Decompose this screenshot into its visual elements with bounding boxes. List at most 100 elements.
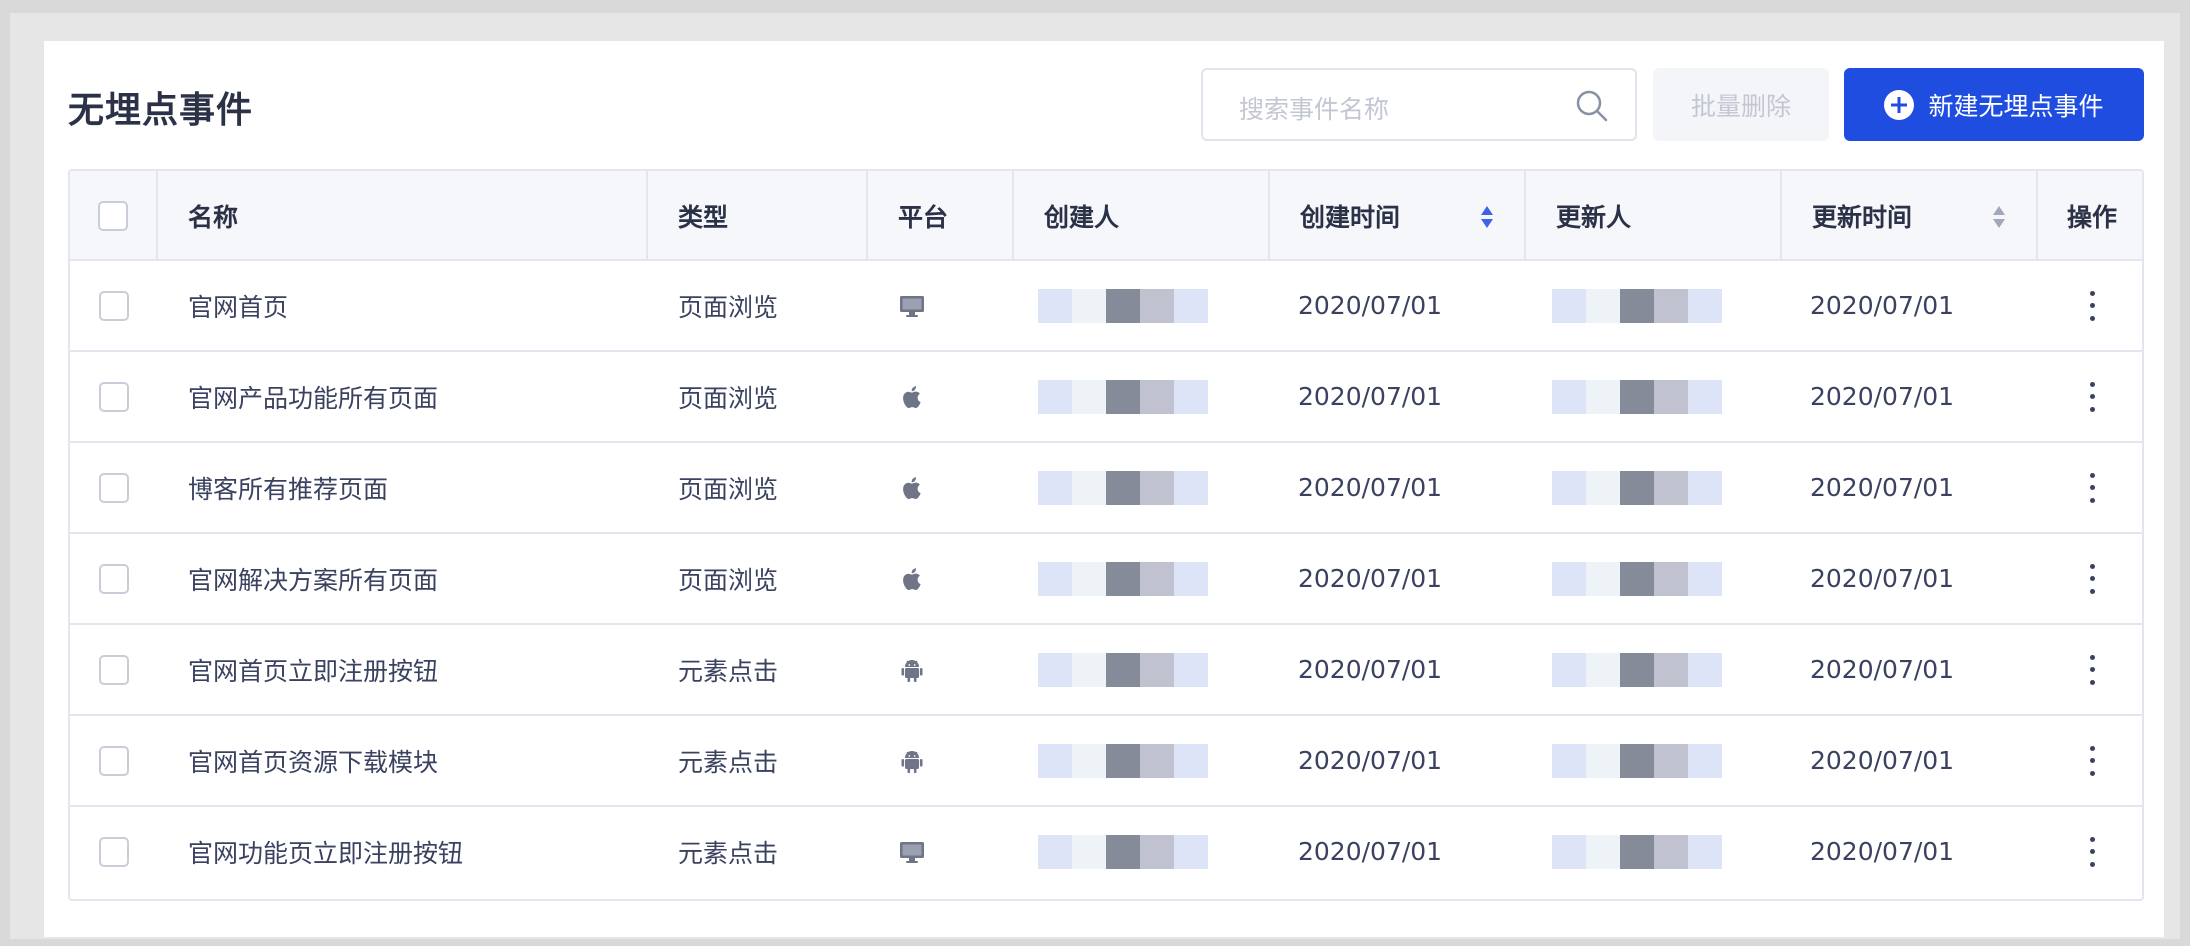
redacted-block (1688, 561, 1722, 596)
more-vertical-icon[interactable] (2088, 472, 2096, 503)
redacted-block (1038, 561, 1072, 596)
column-updated-time[interactable]: 更新时间 (1782, 171, 2038, 261)
apple-icon (898, 474, 926, 502)
redacted-block (1654, 834, 1688, 869)
column-actions: 操作 (2066, 203, 2117, 232)
table-row: 官网解决方案所有页面 页面浏览 2020/07/01 2020/07/01 (70, 534, 2142, 625)
updater-avatar (1552, 443, 1782, 532)
select-all-checkbox[interactable] (98, 201, 128, 231)
redacted-block (1140, 652, 1174, 687)
redacted-block (1688, 470, 1722, 505)
created-time: 2020/07/01 (1298, 655, 1443, 684)
apple-icon (898, 565, 926, 593)
redacted-block (1688, 288, 1722, 323)
event-name[interactable]: 官网首页资源下载模块 (188, 716, 648, 805)
redacted-block (1586, 288, 1620, 323)
row-select-cell (70, 352, 158, 441)
more-vertical-icon[interactable] (2088, 290, 2096, 321)
row-checkbox[interactable] (99, 654, 129, 685)
redacted-block (1174, 561, 1208, 596)
redacted-block (1552, 288, 1586, 323)
redacted-block (1620, 561, 1654, 596)
redacted-block (1072, 470, 1106, 505)
batch-delete-button[interactable]: 批量删除 (1653, 68, 1829, 141)
column-platform: 平台 (868, 171, 1014, 261)
event-type: 元素点击 (678, 838, 779, 868)
sort-icon[interactable] (1480, 205, 1494, 229)
apple-icon (898, 383, 926, 411)
redacted-block (1174, 470, 1208, 505)
header-select-cell (70, 171, 158, 261)
more-vertical-icon[interactable] (2088, 654, 2096, 685)
more-vertical-icon[interactable] (2088, 563, 2096, 594)
redacted-block (1688, 743, 1722, 778)
redacted-block (1174, 743, 1208, 778)
updater-avatar (1552, 807, 1782, 896)
redacted-block (1174, 834, 1208, 869)
redacted-block (1072, 834, 1106, 869)
row-checkbox[interactable] (99, 563, 129, 594)
redacted-block (1072, 652, 1106, 687)
row-checkbox[interactable] (99, 745, 129, 776)
more-actions-cell (2038, 716, 2142, 805)
event-name[interactable]: 官网首页立即注册按钮 (188, 625, 648, 714)
column-type: 类型 (648, 171, 868, 261)
more-vertical-icon[interactable] (2088, 836, 2096, 867)
creator-avatar (1038, 716, 1270, 805)
redacted-block (1620, 288, 1654, 323)
more-actions-cell (2038, 625, 2142, 714)
updater-avatar (1552, 625, 1782, 714)
column-created-time[interactable]: 创建时间 (1270, 171, 1526, 261)
row-checkbox[interactable] (99, 381, 129, 412)
more-actions-cell (2038, 807, 2142, 896)
created-time: 2020/07/01 (1298, 564, 1443, 593)
row-checkbox[interactable] (99, 836, 129, 867)
more-actions-cell (2038, 261, 2142, 350)
desktop-icon (898, 292, 926, 320)
creator-avatar (1038, 807, 1270, 896)
redacted-block (1552, 470, 1586, 505)
redacted-block (1140, 561, 1174, 596)
new-event-button[interactable]: 新建无埋点事件 (1844, 68, 2144, 141)
updater-avatar (1552, 716, 1782, 805)
row-select-cell (70, 807, 158, 896)
redacted-block (1140, 288, 1174, 323)
search-placeholder: 搜索事件名称 (1239, 95, 1390, 124)
redacted-block (1106, 379, 1140, 414)
more-vertical-icon[interactable] (2088, 745, 2096, 776)
redacted-block (1072, 743, 1106, 778)
redacted-block (1654, 470, 1688, 505)
updater-avatar (1552, 261, 1782, 350)
event-type: 页面浏览 (678, 383, 779, 413)
redacted-block (1072, 379, 1106, 414)
event-name[interactable]: 官网功能页立即注册按钮 (188, 807, 648, 896)
redacted-block (1654, 652, 1688, 687)
event-name[interactable]: 博客所有推荐页面 (188, 443, 648, 532)
more-actions-cell (2038, 534, 2142, 623)
event-name[interactable]: 官网解决方案所有页面 (188, 534, 648, 623)
new-event-label: 新建无埋点事件 (1928, 92, 2104, 121)
table-row: 博客所有推荐页面 页面浏览 2020/07/01 2020/07/01 (70, 443, 2142, 534)
android-icon (898, 747, 926, 775)
redacted-block (1552, 561, 1586, 596)
search-input[interactable]: 搜索事件名称 (1201, 68, 1637, 141)
updater-avatar (1552, 352, 1782, 441)
table-row: 官网首页立即注册按钮 元素点击 2020/07/01 2020/07/01 (70, 625, 2142, 716)
row-checkbox[interactable] (99, 472, 129, 503)
redacted-block (1106, 652, 1140, 687)
redacted-block (1174, 288, 1208, 323)
redacted-block (1654, 379, 1688, 414)
column-updater: 更新人 (1526, 171, 1782, 261)
search-icon[interactable] (1575, 89, 1609, 123)
row-checkbox[interactable] (99, 290, 129, 321)
sort-icon[interactable] (1992, 205, 2006, 229)
updated-time: 2020/07/01 (1810, 837, 1955, 866)
redacted-block (1038, 288, 1072, 323)
more-vertical-icon[interactable] (2088, 381, 2096, 412)
event-name[interactable]: 官网产品功能所有页面 (188, 352, 648, 441)
redacted-block (1586, 834, 1620, 869)
platform-cell (898, 534, 1014, 623)
event-type: 页面浏览 (678, 474, 779, 504)
event-name[interactable]: 官网首页 (188, 261, 648, 350)
platform-cell (898, 261, 1014, 350)
